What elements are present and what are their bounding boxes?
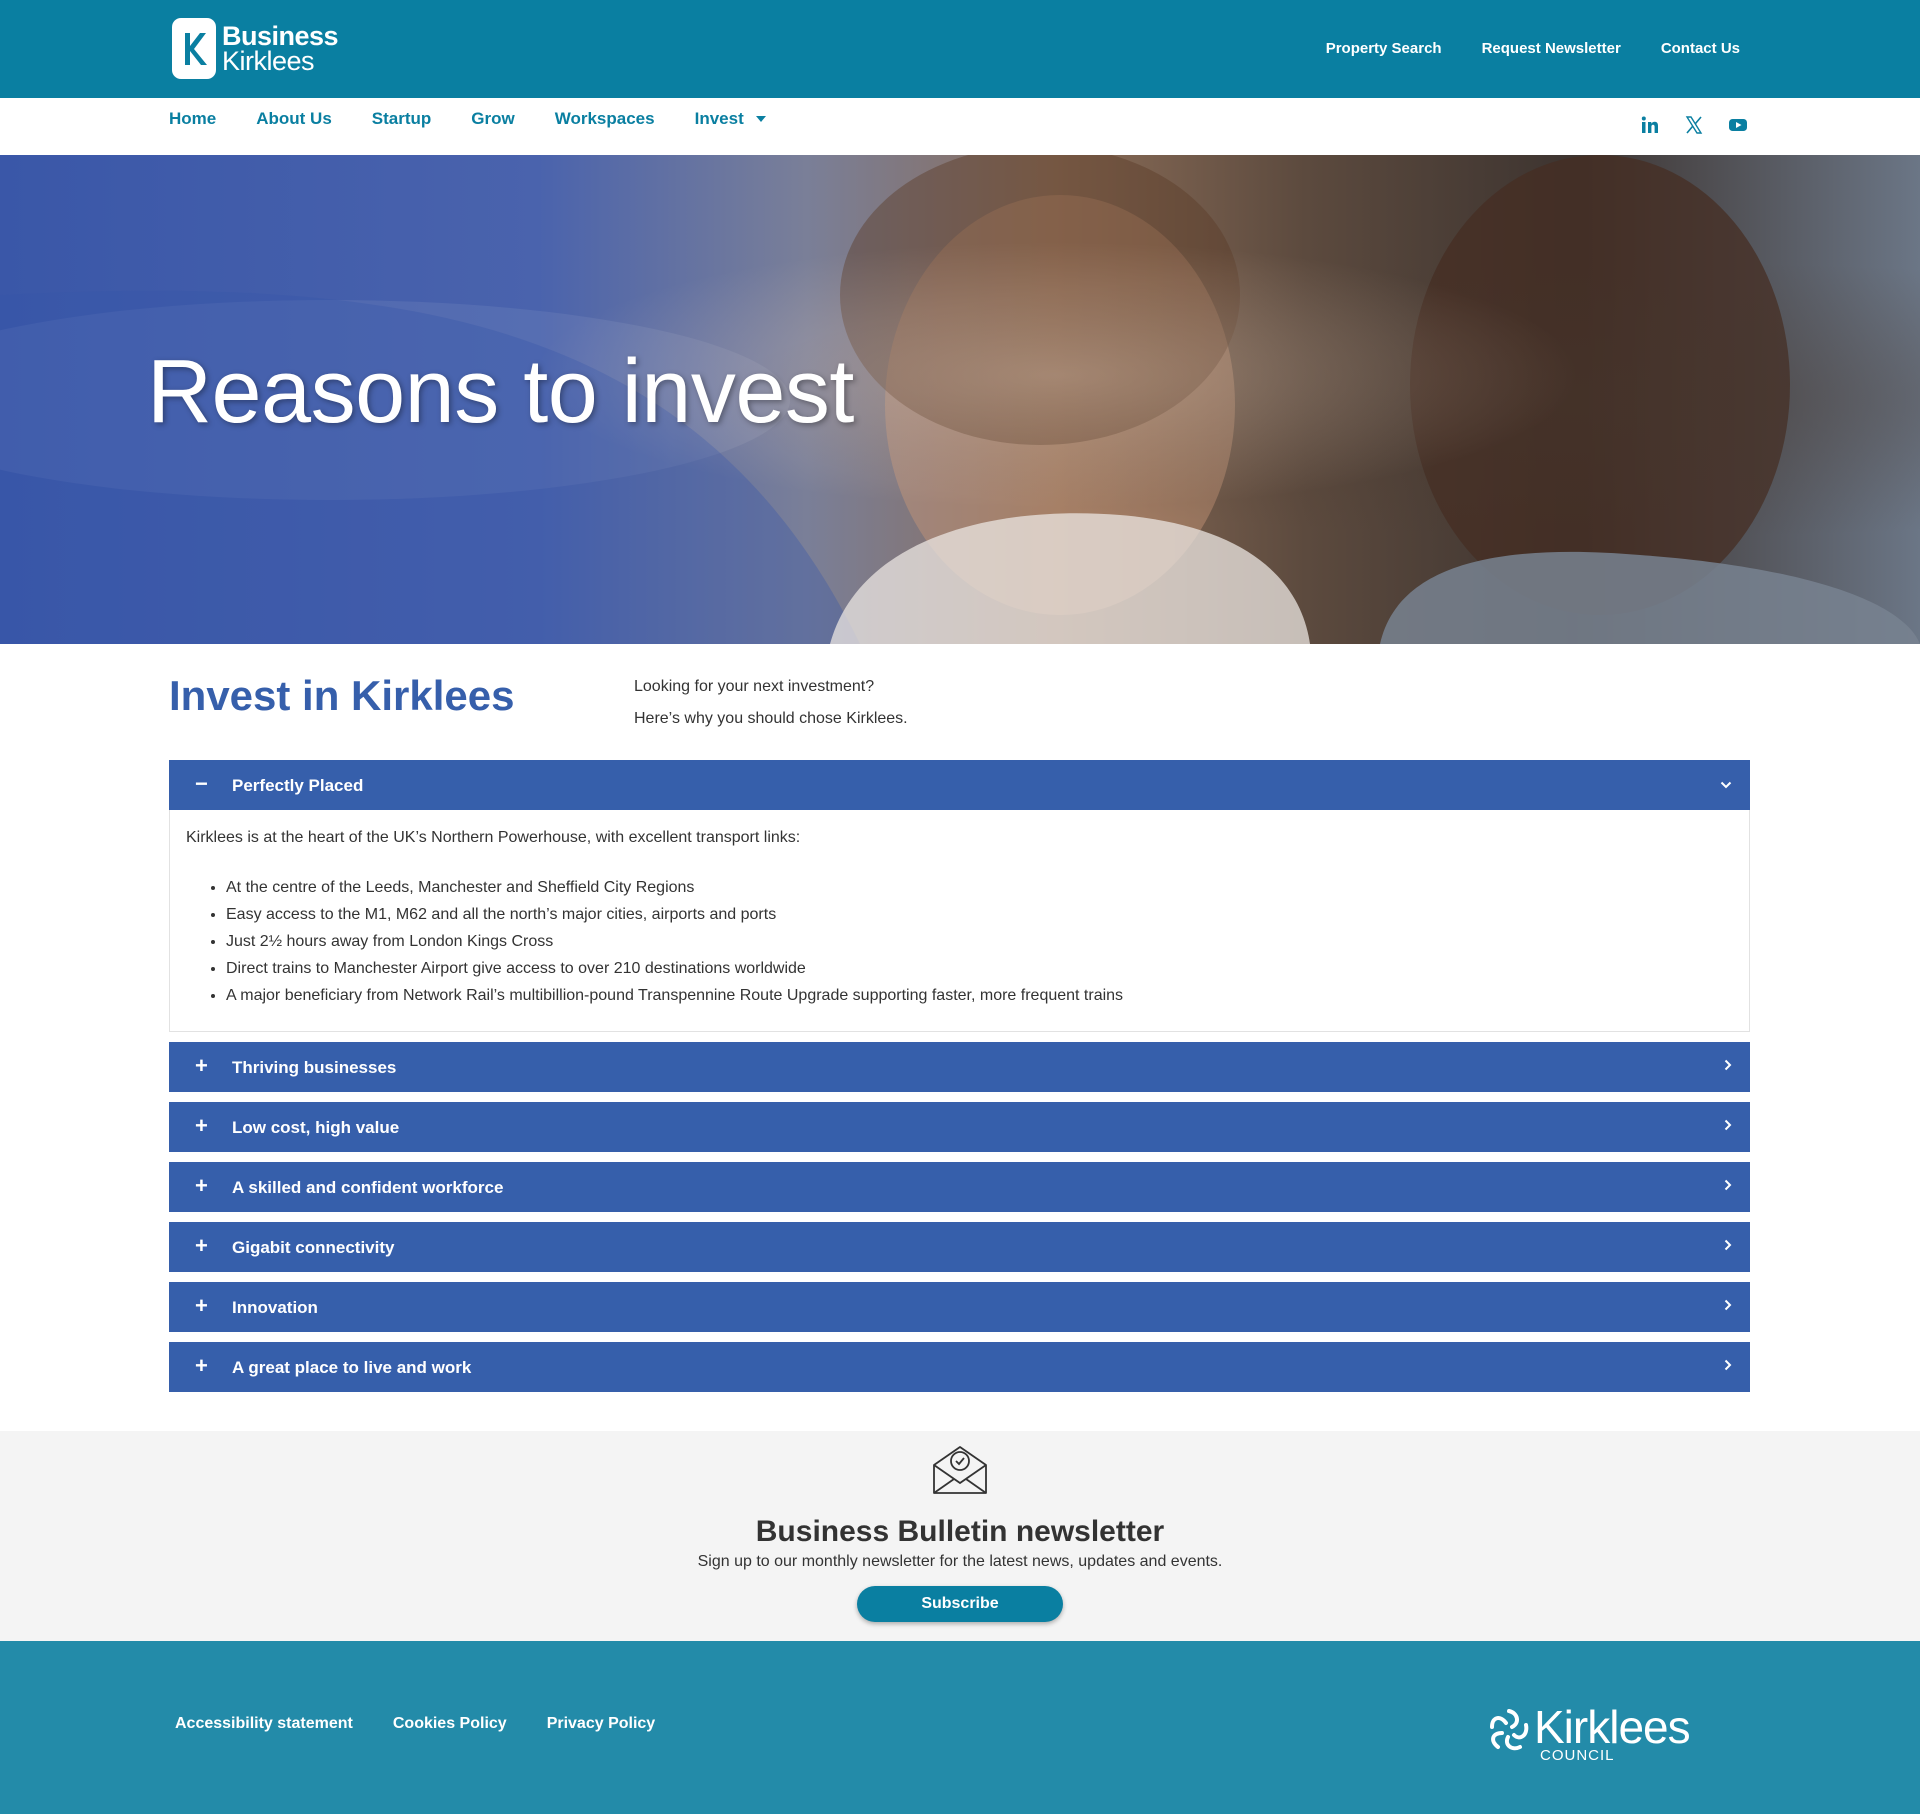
plus-icon: + bbox=[195, 1293, 208, 1318]
list-item: A major beneficiary from Network Rail’s … bbox=[226, 982, 1733, 1009]
intro-line-1: Looking for your next investment? bbox=[634, 678, 875, 695]
newsletter-section: Business Bulletin newsletter Sign up to … bbox=[0, 1431, 1920, 1641]
youtube-icon[interactable] bbox=[1728, 115, 1748, 135]
accordion-title: Innovation bbox=[232, 1298, 318, 1317]
list-item: Just 2½ hours away from London Kings Cro… bbox=[226, 928, 1733, 955]
privacy-policy-link[interactable]: Privacy Policy bbox=[547, 1715, 656, 1733]
chevron-down-icon bbox=[1720, 776, 1732, 792]
envelope-check-icon bbox=[932, 1443, 988, 1500]
footer-logo-council: COUNCIL bbox=[1540, 1747, 1615, 1764]
chevron-right-icon bbox=[1724, 1118, 1732, 1134]
transport-list: At the centre of the Leeds, Manchester a… bbox=[226, 874, 1733, 1009]
chevron-right-icon bbox=[1724, 1238, 1732, 1254]
list-item: Easy access to the M1, M62 and all the n… bbox=[226, 901, 1733, 928]
footer-logo-word: Kirklees bbox=[1534, 1701, 1691, 1753]
nav-item-invest-label: Invest bbox=[694, 109, 744, 128]
business-kirklees-logo[interactable]: Business Kirklees bbox=[172, 18, 339, 79]
accordion-header-perfectly-placed[interactable]: − Perfectly Placed bbox=[169, 760, 1750, 810]
nav-item-invest[interactable]: Invest bbox=[695, 109, 766, 129]
chevron-right-icon bbox=[1724, 1058, 1732, 1074]
chevron-right-icon bbox=[1724, 1298, 1732, 1314]
nav-item-startup[interactable]: Startup bbox=[372, 109, 432, 129]
nav-item-grow[interactable]: Grow bbox=[471, 109, 514, 129]
nav-item-about-us[interactable]: About Us bbox=[256, 109, 332, 129]
intro-line-2: Here’s why you should chose Kirklees. bbox=[634, 710, 908, 727]
accordion-title: Low cost, high value bbox=[232, 1118, 400, 1137]
kirklees-council-logo[interactable]: Kirklees COUNCIL bbox=[1484, 1701, 1691, 1764]
logo-line-kirklees: Kirklees bbox=[222, 45, 315, 76]
accordion-title: A skilled and confident workforce bbox=[232, 1178, 504, 1197]
plus-icon: + bbox=[195, 1353, 208, 1378]
logo-line-business: Business bbox=[222, 20, 339, 51]
subscribe-button[interactable]: Subscribe bbox=[857, 1586, 1063, 1622]
accordion-title: Gigabit connectivity bbox=[232, 1238, 395, 1257]
contact-us-link[interactable]: Contact Us bbox=[1661, 40, 1740, 57]
accordion-header-innovation[interactable]: + Innovation bbox=[169, 1282, 1750, 1332]
newsletter-subtitle: Sign up to our monthly newsletter for th… bbox=[697, 1553, 1223, 1570]
top-header-bar: Business Kirklees Property Search Reques… bbox=[0, 0, 1920, 98]
plus-icon: + bbox=[195, 1173, 208, 1198]
footer-links: Accessibility statement Cookies Policy P… bbox=[175, 1715, 655, 1733]
cookies-policy-link[interactable]: Cookies Policy bbox=[393, 1715, 507, 1733]
footer: Accessibility statement Cookies Policy P… bbox=[0, 1641, 1920, 1814]
plus-icon: + bbox=[195, 1053, 208, 1078]
accordion-panel-perfectly-placed: Kirklees is at the heart of the UK’s Nor… bbox=[169, 810, 1750, 1032]
intro-text: Looking for your next investment? Here’s… bbox=[634, 671, 908, 735]
accordion-header-low-cost[interactable]: + Low cost, high value bbox=[169, 1102, 1750, 1152]
hero-title: Reasons to invest bbox=[147, 342, 854, 442]
plus-icon: + bbox=[195, 1113, 208, 1138]
minus-icon: − bbox=[195, 771, 208, 796]
accordion-header-great-place[interactable]: + A great place to live and work bbox=[169, 1342, 1750, 1392]
linkedin-icon[interactable] bbox=[1640, 115, 1660, 135]
accessibility-statement-link[interactable]: Accessibility statement bbox=[175, 1715, 353, 1733]
caret-down-icon bbox=[755, 116, 766, 122]
social-links bbox=[1640, 115, 1748, 135]
nav-item-workspaces[interactable]: Workspaces bbox=[555, 109, 655, 129]
page-title: Invest in Kirklees bbox=[169, 672, 515, 719]
accordion-header-gigabit-connectivity[interactable]: + Gigabit connectivity bbox=[169, 1222, 1750, 1272]
chevron-right-icon bbox=[1724, 1358, 1732, 1374]
list-item: Direct trains to Manchester Airport give… bbox=[226, 955, 1733, 982]
list-item: At the centre of the Leeds, Manchester a… bbox=[226, 874, 1733, 901]
newsletter-title: Business Bulletin newsletter bbox=[755, 1515, 1165, 1548]
accordion-title: Thriving businesses bbox=[232, 1058, 397, 1077]
accordion-header-skilled-workforce[interactable]: + A skilled and confident workforce bbox=[169, 1162, 1750, 1212]
panel-intro: Kirklees is at the heart of the UK’s Nor… bbox=[186, 829, 801, 846]
nav-item-home[interactable]: Home bbox=[169, 109, 216, 129]
request-newsletter-link[interactable]: Request Newsletter bbox=[1482, 40, 1621, 57]
hero-banner: Reasons to invest bbox=[0, 155, 1920, 644]
main-nav: Home About Us Startup Grow Workspaces In… bbox=[0, 98, 1920, 155]
accordion-title: A great place to live and work bbox=[232, 1358, 472, 1377]
accordion-title: Perfectly Placed bbox=[232, 776, 364, 795]
plus-icon: + bbox=[195, 1233, 208, 1258]
kirklees-swirl-icon bbox=[1490, 1709, 1529, 1751]
x-icon[interactable] bbox=[1684, 115, 1704, 135]
accordion-header-thriving-businesses[interactable]: + Thriving businesses bbox=[169, 1042, 1750, 1092]
property-search-link[interactable]: Property Search bbox=[1326, 40, 1442, 57]
accordion: − Perfectly Placed Kirklees is at the he… bbox=[169, 760, 1750, 1392]
logo-k-icon bbox=[172, 18, 216, 79]
chevron-right-icon bbox=[1724, 1178, 1732, 1194]
utility-nav: Property Search Request Newsletter Conta… bbox=[1326, 40, 1740, 57]
